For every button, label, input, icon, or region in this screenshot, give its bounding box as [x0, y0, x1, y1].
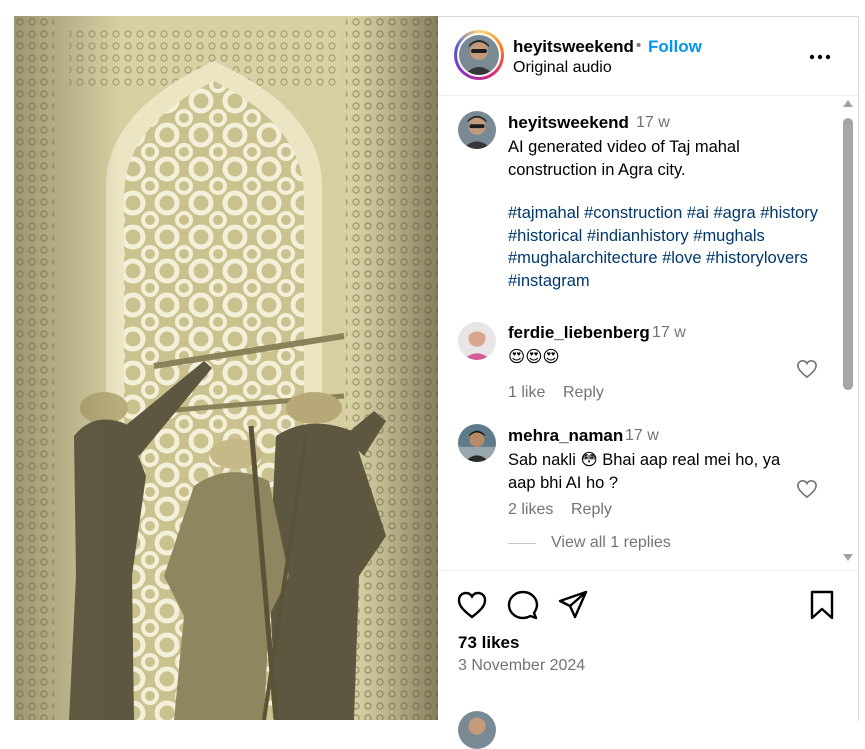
post-date: 3 November 2024: [458, 657, 586, 674]
like-comment-heart-icon[interactable]: [796, 479, 818, 499]
scroll-thumb[interactable]: [843, 118, 853, 390]
page-margin: [0, 0, 14, 720]
comment-text: 😍😍😍: [508, 348, 560, 366]
caption-time: 17 w: [636, 114, 670, 131]
original-audio-link[interactable]: Original audio: [513, 59, 612, 77]
like-comment-heart-icon[interactable]: [796, 359, 818, 379]
commenter-avatar[interactable]: [458, 322, 496, 360]
more-options-icon[interactable]: [808, 47, 832, 67]
commenter-avatar[interactable]: [458, 424, 496, 462]
separator-dot: •: [636, 37, 642, 54]
heart-icon[interactable]: [456, 589, 488, 621]
caption-username[interactable]: heyitsweekend: [508, 113, 629, 133]
comment-text: Sab nakli 😳 Bhai aap real mei ho, ya aap…: [508, 451, 781, 492]
like-count[interactable]: 73 likes: [458, 633, 519, 653]
comment-item: mehra_naman 17 w Sab nakli 😳 Bhai aap re…: [438, 414, 843, 570]
post-video[interactable]: [14, 16, 438, 720]
scroll-down-arrow-icon[interactable]: [843, 554, 853, 561]
reply-button[interactable]: Reply: [563, 384, 604, 402]
comments-list[interactable]: heyitsweekend 17 w AI generated video of…: [438, 96, 858, 570]
author-story-ring[interactable]: [454, 30, 504, 80]
view-replies-line: [508, 543, 536, 544]
caption: heyitsweekend 17 w AI generated video of…: [438, 96, 843, 306]
scroll-up-arrow-icon[interactable]: [843, 100, 853, 107]
post-actions: 73 likes 3 November 2024: [438, 570, 858, 749]
post-author-username[interactable]: heyitsweekend: [513, 37, 634, 57]
follow-button[interactable]: Follow: [648, 37, 702, 57]
comment-like-count[interactable]: 1 like: [508, 384, 545, 402]
comment-like-count[interactable]: 2 likes: [508, 501, 553, 519]
view-replies-link[interactable]: View all 1 replies: [551, 534, 671, 552]
author-avatar[interactable]: [459, 35, 499, 75]
caption-hashtags[interactable]: #tajmahal #construction #ai #agra #histo…: [508, 202, 818, 292]
comment-time: 17 w: [652, 324, 686, 341]
comment-time: 17 w: [625, 427, 659, 444]
caption-author-avatar[interactable]: [458, 111, 496, 149]
comments-scrollbar[interactable]: [840, 100, 856, 568]
post-header: heyitsweekend • Follow Original audio: [438, 17, 858, 96]
share-icon[interactable]: [557, 589, 589, 621]
comment-item: ferdie_liebenberg 17 w 😍😍😍 1 like Reply: [438, 306, 843, 416]
comment-icon[interactable]: [507, 589, 539, 621]
comment-username[interactable]: mehra_naman: [508, 426, 623, 446]
current-user-avatar: [458, 711, 496, 749]
video-frame-image: [14, 16, 438, 720]
reply-button[interactable]: Reply: [571, 501, 612, 519]
bookmark-icon[interactable]: [806, 589, 838, 621]
post-details-panel: heyitsweekend • Follow Original audio he…: [438, 16, 859, 749]
caption-text: AI generated video of Taj mahal construc…: [508, 138, 740, 179]
comment-username[interactable]: ferdie_liebenberg: [508, 323, 650, 343]
